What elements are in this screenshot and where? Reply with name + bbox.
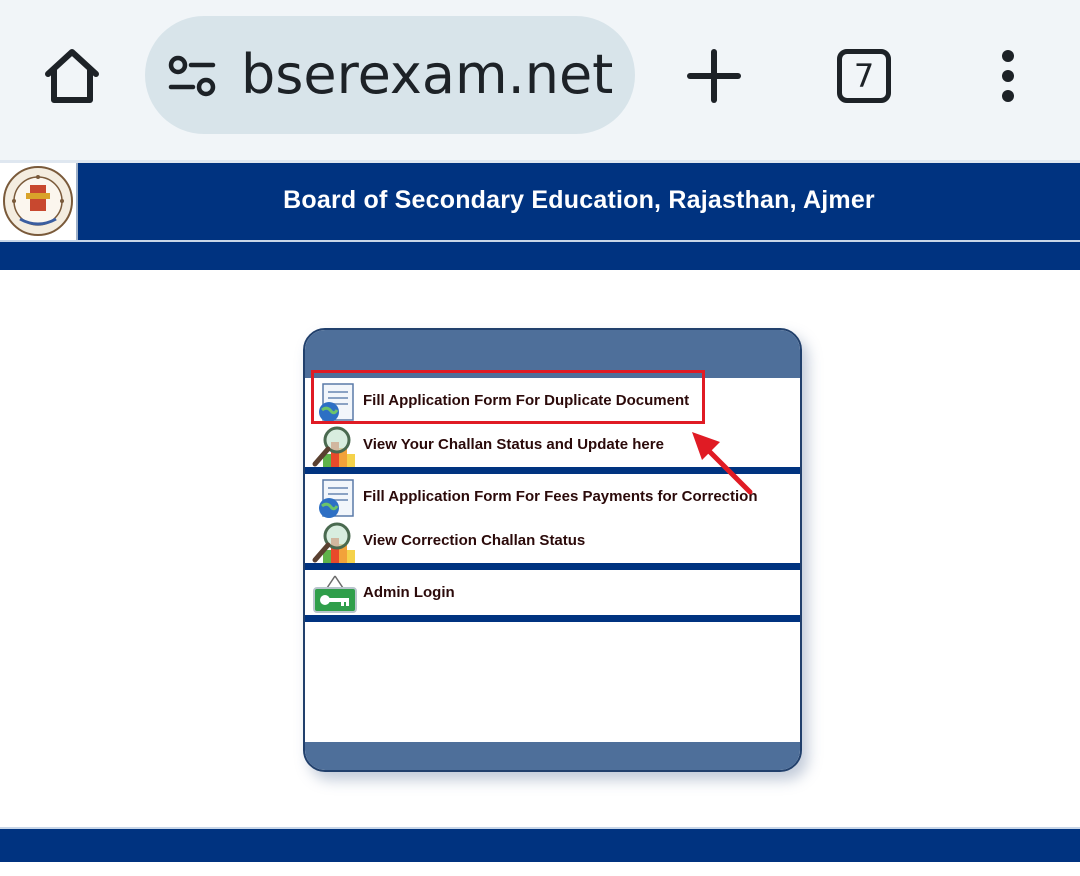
menu-item-admin-login[interactable]: Admin Login (305, 572, 800, 613)
separator (305, 615, 800, 622)
menu-item-label[interactable]: View Correction Challan Status (363, 532, 585, 549)
magnifier-chart-icon (312, 426, 355, 468)
page-title: Board of Secondary Education, Rajasthan,… (283, 186, 875, 214)
panel-footer (305, 742, 800, 770)
board-logo (0, 163, 78, 240)
address-bar[interactable]: bserexam.net/b (145, 16, 635, 134)
magnifier-chart-icon (312, 522, 355, 564)
menu-item-label[interactable]: View Your Challan Status and Update here (363, 436, 664, 453)
highlight-box (311, 370, 705, 424)
menu-item-label[interactable]: Admin Login (363, 584, 455, 601)
document-globe-icon (319, 479, 354, 518)
more-vert-icon[interactable] (990, 46, 1026, 106)
red-arrow-icon (692, 432, 753, 495)
separator (305, 563, 800, 570)
browser-toolbar: bserexam.net/b 7 (0, 0, 1080, 160)
menu-item-correction-challan-status[interactable]: View Correction Challan Status (305, 520, 800, 564)
tune-icon[interactable] (167, 54, 217, 98)
site-header: Board of Secondary Education, Rajasthan,… (0, 160, 1080, 240)
home-icon[interactable] (40, 44, 104, 108)
key-sign-icon (313, 575, 357, 613)
url-text[interactable]: bserexam.net/b (241, 42, 613, 108)
footer-strip (0, 827, 1080, 862)
plus-icon[interactable] (684, 46, 744, 106)
tab-switcher-icon[interactable]: 7 (837, 49, 891, 103)
nav-strip (0, 240, 1080, 270)
